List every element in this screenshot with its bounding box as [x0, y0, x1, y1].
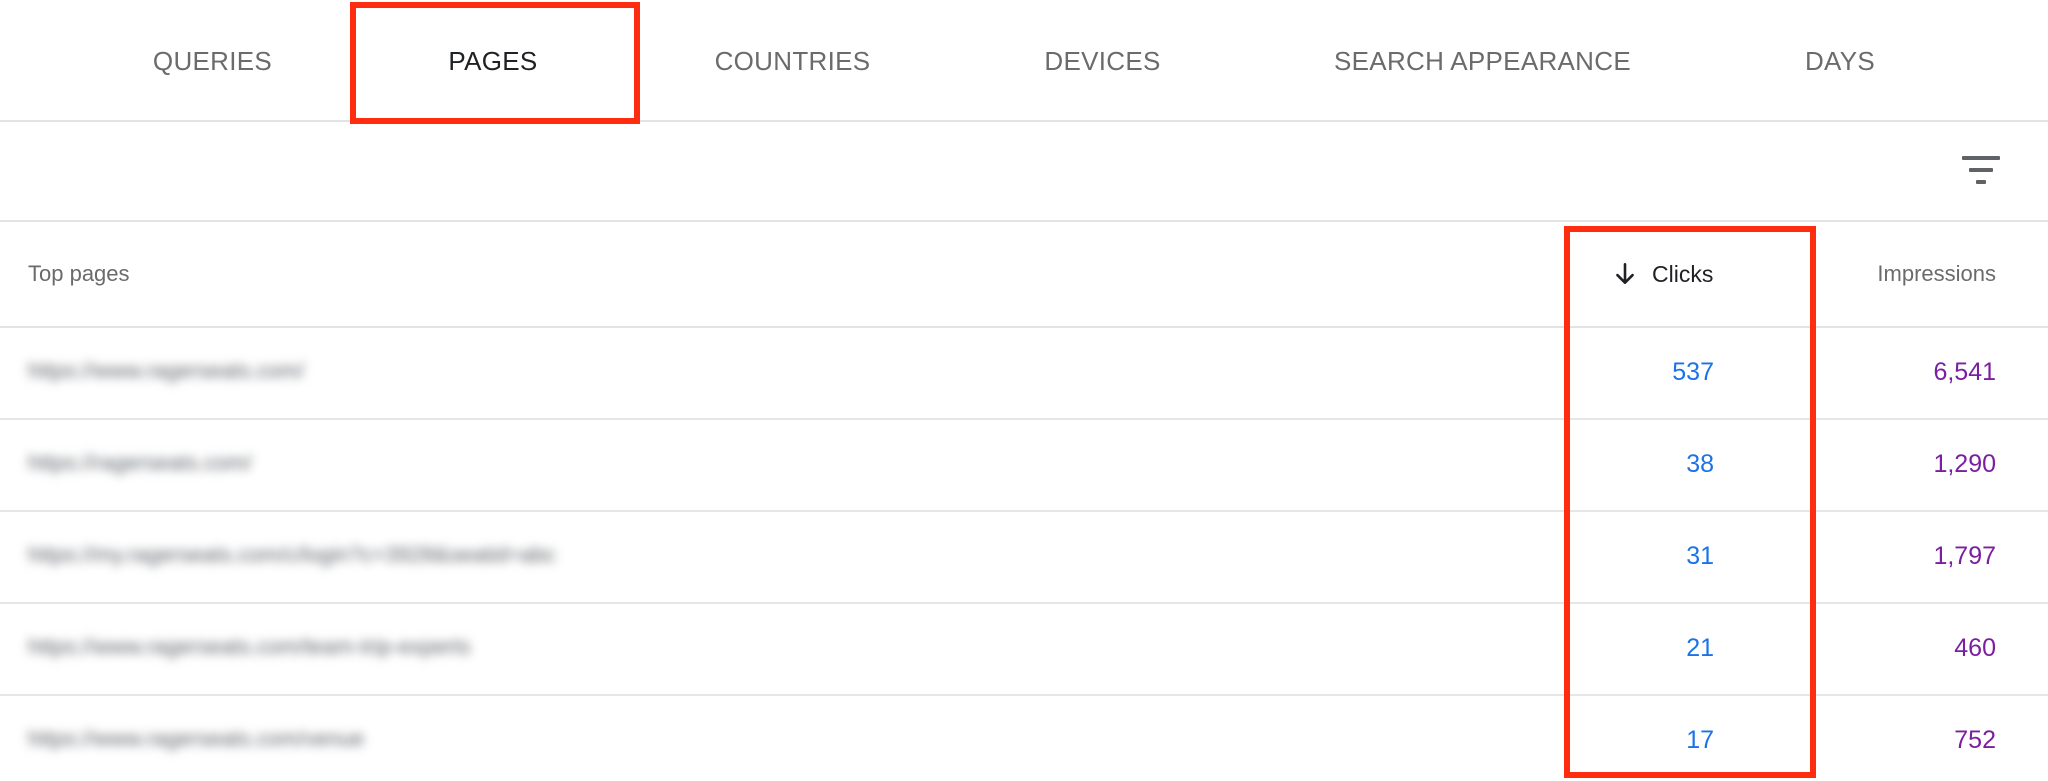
table-row[interactable]: https://my.ragerseats.com/c/login?c=3928…: [0, 512, 2048, 604]
page-url[interactable]: https://ragerseats.com/: [28, 450, 252, 476]
column-header-top-pages[interactable]: Top pages: [28, 222, 130, 326]
page-url[interactable]: https://my.ragerseats.com/c/login?c=3928…: [28, 542, 556, 568]
clicks-value: 21: [1686, 634, 1714, 662]
tab-queries[interactable]: QUERIES: [130, 0, 295, 122]
tab-search-appearance[interactable]: SEARCH APPEARANCE: [1320, 0, 1645, 122]
column-header-impressions[interactable]: Impressions: [1877, 222, 1996, 326]
clicks-value: 17: [1686, 726, 1714, 754]
table-header-row: Top pages Clicks Impressions: [0, 222, 2048, 328]
dimension-tabs: QUERIES PAGES COUNTRIES DEVICES SEARCH A…: [0, 0, 2048, 122]
impressions-value: 752: [1954, 726, 1996, 754]
impressions-value: 1,797: [1933, 542, 1996, 570]
page-url[interactable]: https://www.ragerseats.com/venue: [28, 726, 364, 752]
table-row[interactable]: https://www.ragerseats.com/venue 17 752: [0, 696, 2048, 781]
column-header-clicks[interactable]: Clicks: [1612, 222, 1713, 326]
impressions-value: 460: [1954, 634, 1996, 662]
tab-countries[interactable]: COUNTRIES: [700, 0, 885, 122]
filter-list-icon[interactable]: [1962, 154, 2000, 186]
tab-pages[interactable]: PAGES: [352, 0, 634, 122]
clicks-value: 31: [1686, 542, 1714, 570]
column-header-clicks-label: Clicks: [1652, 260, 1714, 287]
performance-report: QUERIES PAGES COUNTRIES DEVICES SEARCH A…: [0, 0, 2048, 781]
page-url[interactable]: https://www.ragerseats.com/: [28, 358, 304, 384]
clicks-value: 38: [1686, 450, 1714, 478]
clicks-value: 537: [1672, 358, 1714, 386]
table-row[interactable]: https://ragerseats.com/ 38 1,290: [0, 420, 2048, 512]
table-toolbar: [0, 122, 2048, 222]
arrow-down-icon: [1616, 262, 1634, 284]
tab-days[interactable]: DAYS: [1770, 0, 1910, 122]
page-url[interactable]: https://www.ragerseats.com/team-trip-exp…: [28, 634, 471, 660]
tab-devices[interactable]: DEVICES: [1010, 0, 1195, 122]
impressions-value: 6,541: [1933, 358, 1996, 386]
table-row[interactable]: https://www.ragerseats.com/ 537 6,541: [0, 328, 2048, 420]
table-row[interactable]: https://www.ragerseats.com/team-trip-exp…: [0, 604, 2048, 696]
impressions-value: 1,290: [1933, 450, 1996, 478]
